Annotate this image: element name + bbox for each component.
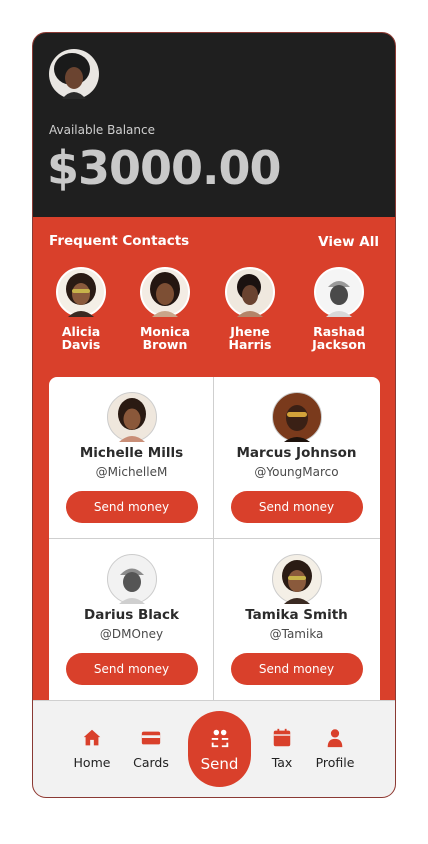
contact-name: Tamika Smith bbox=[245, 607, 348, 623]
nav-label: Cards bbox=[133, 755, 169, 770]
contact-avatar bbox=[225, 267, 275, 317]
nav-label: Tax bbox=[271, 755, 293, 770]
user-avatar[interactable] bbox=[49, 49, 99, 99]
contact-handle: @DMOney bbox=[99, 627, 164, 641]
view-all-link[interactable]: View All bbox=[318, 234, 379, 250]
contact-name: Darius Black bbox=[84, 607, 179, 623]
profile-icon bbox=[327, 729, 343, 748]
contact-avatar bbox=[271, 392, 322, 442]
contact-avatar bbox=[106, 392, 157, 442]
send-money-button[interactable]: Send money bbox=[65, 491, 198, 523]
contact-avatar bbox=[271, 554, 322, 604]
contact-handle: @Tamika bbox=[269, 627, 324, 641]
nav-label: Profile bbox=[315, 755, 355, 770]
home-icon bbox=[83, 729, 101, 746]
balance-label: Available Balance bbox=[49, 123, 155, 137]
nav-home[interactable]: Home bbox=[62, 727, 122, 770]
balance-header: Available Balance $3000.00 bbox=[33, 33, 395, 217]
contact-jhene-harris[interactable]: Jhene Harris bbox=[207, 267, 293, 351]
contact-rashad-jackson[interactable]: Rashad Jackson bbox=[296, 267, 382, 351]
nav-profile[interactable]: Profile bbox=[305, 727, 365, 770]
balance-amount: $3000.00 bbox=[47, 141, 282, 195]
send-money-button[interactable]: Send money bbox=[230, 653, 363, 685]
send-people-icon bbox=[211, 729, 228, 748]
nav-cards[interactable]: Cards bbox=[121, 727, 181, 770]
contact-name: Michelle Mills bbox=[79, 445, 184, 461]
contact-avatar bbox=[106, 554, 157, 604]
send-money-button[interactable]: Send money bbox=[65, 653, 198, 685]
contact-alicia-davis[interactable]: Alicia Davis bbox=[38, 267, 124, 351]
bottom-nav: Home Cards Send Tax Profile bbox=[33, 700, 395, 797]
contact-name: Marcus Johnson bbox=[236, 445, 357, 461]
contact-handle: @YoungMarco bbox=[254, 465, 339, 479]
nav-label: Send bbox=[200, 755, 239, 773]
phone-frame: Available Balance $3000.00 Frequent Cont… bbox=[32, 32, 396, 798]
contact-card: Marcus Johnson @YoungMarco Send money bbox=[214, 377, 379, 538]
contact-avatar bbox=[140, 267, 190, 317]
contact-card: Darius Black @DMOney Send money bbox=[49, 539, 214, 700]
nav-send[interactable]: Send bbox=[188, 711, 251, 787]
contact-name: Rashad Jackson bbox=[312, 324, 366, 352]
send-money-button[interactable]: Send money bbox=[230, 491, 363, 523]
contact-handle: @MichelleM bbox=[95, 465, 168, 479]
card-icon bbox=[141, 731, 161, 745]
contact-name: Jhene Harris bbox=[228, 324, 272, 352]
contact-name: Monica Brown bbox=[139, 324, 191, 352]
nav-label: Home bbox=[73, 755, 111, 770]
contacts-grid: Michelle Mills @MichelleM Send money Mar… bbox=[49, 377, 380, 717]
contact-avatar bbox=[314, 267, 364, 317]
nav-tax[interactable]: Tax bbox=[252, 727, 312, 770]
frequent-contacts-title: Frequent Contacts bbox=[49, 233, 190, 249]
contact-card: Michelle Mills @MichelleM Send money bbox=[49, 377, 214, 538]
contact-monica-brown[interactable]: Monica Brown bbox=[122, 267, 208, 351]
contact-avatar bbox=[56, 267, 106, 317]
contact-name: Alicia Davis bbox=[61, 324, 101, 352]
calendar-icon bbox=[273, 728, 291, 747]
frequent-contacts-row: Alicia Davis Monica Brown Jhene Harris R… bbox=[33, 267, 395, 357]
contact-card: Tamika Smith @Tamika Send money bbox=[214, 539, 379, 700]
